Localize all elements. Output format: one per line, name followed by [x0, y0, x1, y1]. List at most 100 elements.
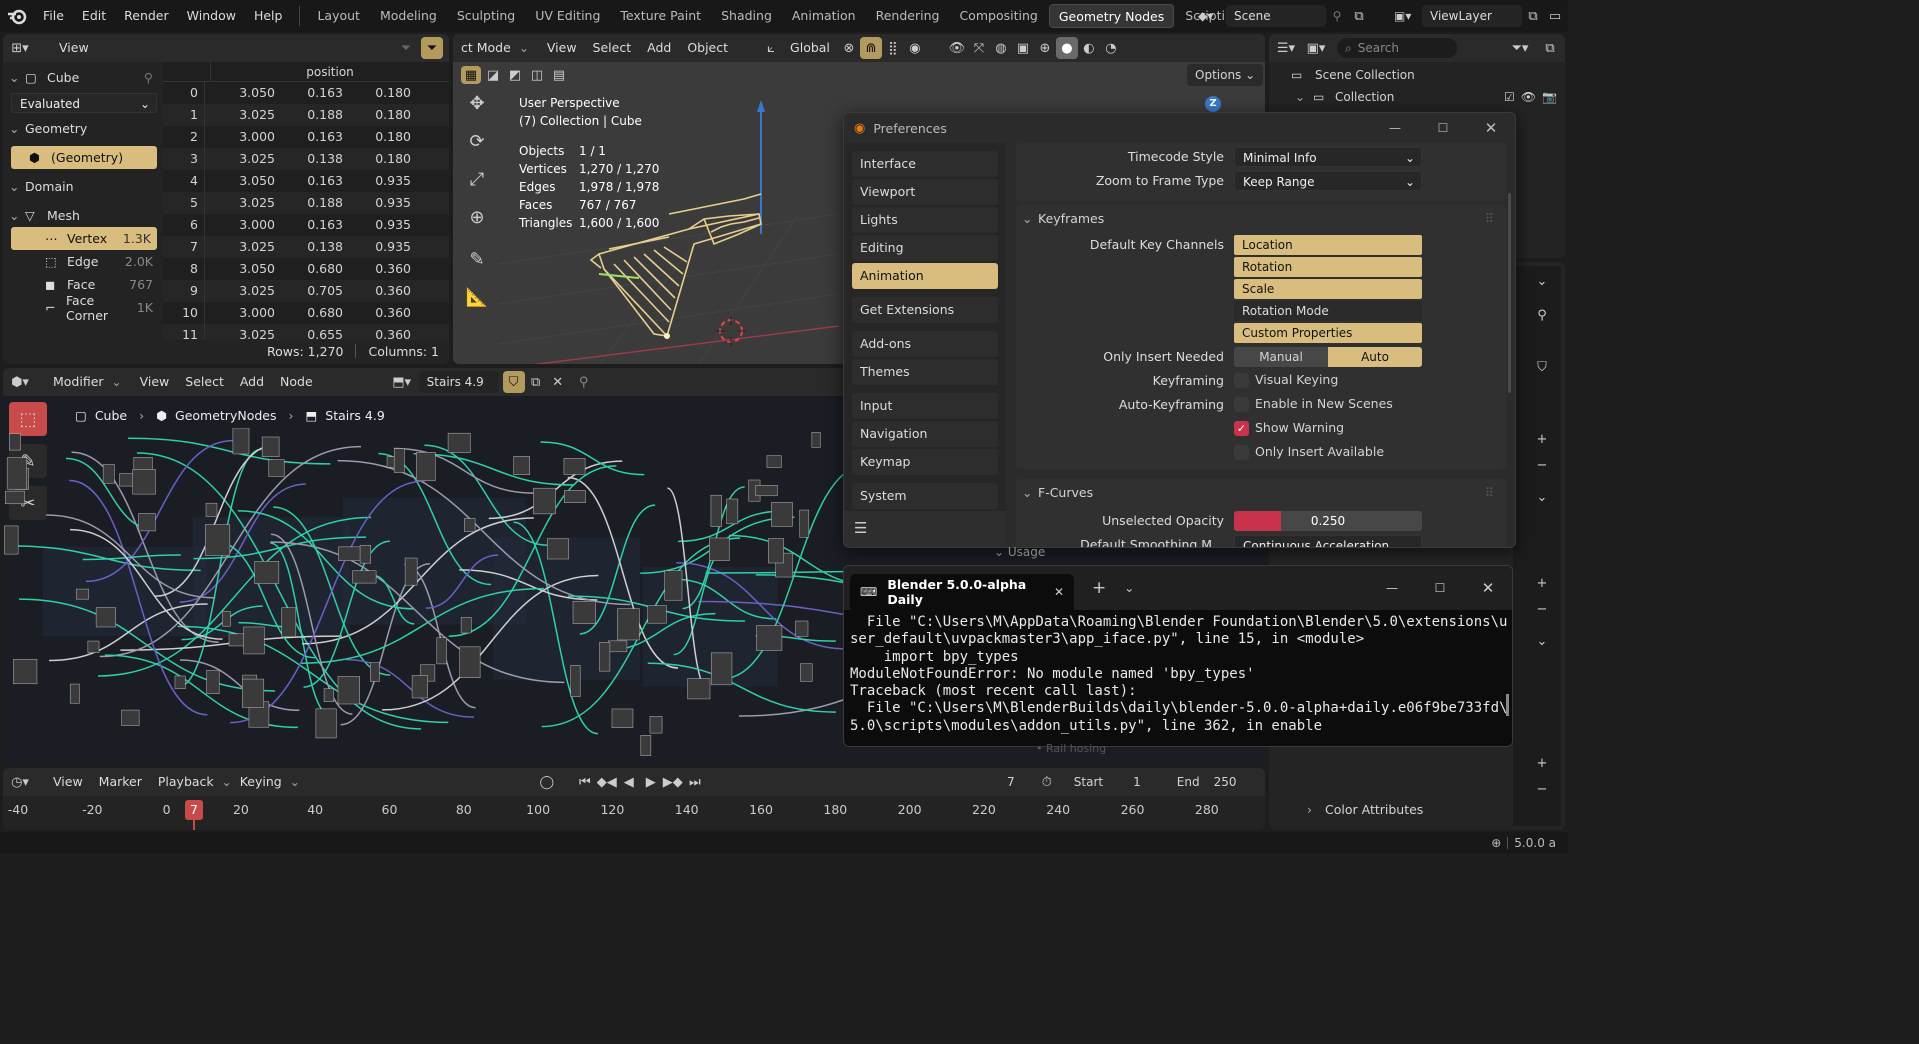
context-dropdown[interactable]: Modifier: [45, 371, 112, 393]
play-icon[interactable]: ▶: [640, 771, 662, 793]
remove-viewlayer-icon[interactable]: ▭: [1544, 5, 1566, 27]
key-channel-scale[interactable]: Scale: [1234, 279, 1422, 299]
measure-tool-icon[interactable]: 📐: [459, 280, 495, 314]
domain-face-corner[interactable]: ⌐ Face Corner 1K: [9, 293, 159, 323]
filter-icon[interactable]: ⏷: [421, 37, 443, 59]
geometry-section[interactable]: ⌄ Geometry: [9, 117, 159, 140]
navigation-gizmo-z[interactable]: Z: [1205, 96, 1221, 112]
add-icon[interactable]: +: [1531, 572, 1553, 594]
node[interactable]: [174, 675, 186, 689]
tab-geometry-nodes[interactable]: Geometry Nodes: [1048, 4, 1175, 28]
node[interactable]: [459, 646, 481, 678]
hamburger-menu-icon[interactable]: ☰: [854, 519, 867, 537]
node[interactable]: [647, 605, 667, 624]
drag-handle-icon[interactable]: ⠿: [1485, 211, 1494, 226]
node-tree-name[interactable]: Stairs 4.9: [418, 371, 499, 393]
terminal-tab[interactable]: ⌨ Blender 5.0.0-alpha Daily ✕: [850, 574, 1074, 610]
node[interactable]: [132, 469, 156, 495]
menu-file[interactable]: File: [34, 0, 73, 32]
keyframes-header[interactable]: ⌄ Keyframes ⠿: [1016, 205, 1506, 231]
proportional-edit-icon[interactable]: ◉: [904, 37, 926, 59]
evaluation-dropdown[interactable]: Evaluated ⌄: [11, 93, 157, 113]
node[interactable]: [649, 716, 663, 734]
node[interactable]: [464, 518, 476, 532]
autokey-record-icon[interactable]: ◯: [536, 771, 558, 793]
visibility-icon[interactable]: 👁: [946, 37, 968, 59]
xray-icon[interactable]: ▣: [1012, 37, 1034, 59]
add-icon[interactable]: +: [1531, 752, 1553, 774]
menu-add[interactable]: Add: [232, 371, 272, 393]
nav-interface[interactable]: Interface: [852, 151, 998, 177]
manual-option[interactable]: Manual: [1234, 347, 1328, 367]
node[interactable]: [513, 456, 530, 475]
chevron-down-icon[interactable]: ⌄: [1531, 270, 1553, 292]
close-icon[interactable]: ✕: [1467, 119, 1515, 137]
chevron-down-icon[interactable]: ⌄: [1531, 630, 1553, 652]
filter-selected-icon[interactable]: ⏷: [395, 37, 417, 59]
node[interactable]: [564, 490, 586, 503]
menu-playback[interactable]: Playback: [150, 771, 222, 793]
node[interactable]: [416, 452, 436, 482]
node[interactable]: [232, 428, 250, 455]
object-row[interactable]: ⌄ ▢ Cube ⚲: [9, 66, 159, 89]
filter-icon[interactable]: ⏷▾: [1509, 37, 1531, 59]
tab-dropdown-icon[interactable]: ⌄: [1124, 581, 1134, 595]
node[interactable]: [710, 652, 733, 685]
solid-shading-icon[interactable]: ●: [1055, 37, 1078, 59]
nav-viewport[interactable]: Viewport: [852, 179, 998, 205]
node[interactable]: [138, 513, 156, 532]
transform-orientation[interactable]: Global: [782, 37, 838, 59]
drag-handle-icon[interactable]: ⠿: [1485, 485, 1494, 500]
nav-animation[interactable]: Animation: [852, 263, 998, 289]
tab-texture-paint[interactable]: Texture Paint: [611, 4, 710, 28]
remove-icon[interactable]: −: [1531, 778, 1553, 800]
node[interactable]: [323, 688, 335, 702]
node[interactable]: [261, 436, 280, 457]
scene-collection-row[interactable]: ▭ Scene Collection: [1269, 64, 1565, 86]
eye-icon[interactable]: 👁: [1521, 90, 1536, 104]
menu-view[interactable]: View: [45, 771, 91, 793]
node-tree-icon[interactable]: ⬒▾: [391, 371, 413, 393]
node[interactable]: [404, 557, 418, 586]
node[interactable]: [337, 676, 360, 705]
tab-animation[interactable]: Animation: [783, 4, 865, 28]
collapse-icon[interactable]: ⌄: [9, 121, 25, 136]
close-tab-icon[interactable]: ✕: [1054, 585, 1064, 599]
nav-get-extensions[interactable]: Get Extensions: [852, 297, 998, 323]
gizmo-icon[interactable]: ⤧: [968, 37, 990, 59]
node[interactable]: [611, 708, 634, 728]
menu-add[interactable]: Add: [639, 37, 679, 59]
node[interactable]: [204, 524, 231, 556]
breadcrumb-item[interactable]: Cube: [95, 408, 127, 423]
jump-start-icon[interactable]: ⏮: [574, 771, 596, 793]
new-collection-icon[interactable]: ⧉: [1539, 37, 1561, 59]
viewlayer-name[interactable]: ViewLayer: [1422, 5, 1522, 27]
tab-modeling[interactable]: Modeling: [371, 4, 446, 28]
fcurves-header[interactable]: ⌄ F-Curves ⠿: [1016, 479, 1506, 505]
collapse-icon[interactable]: ⌄: [9, 208, 25, 223]
menu-node[interactable]: Node: [272, 371, 321, 393]
pin-icon[interactable]: ⚲: [573, 371, 595, 393]
breadcrumb-item[interactable]: GeometryNodes: [175, 408, 276, 423]
collapse-icon[interactable]: ⌄: [9, 70, 25, 85]
snap-icon[interactable]: ⋒: [859, 37, 882, 59]
node[interactable]: [640, 735, 652, 756]
duplicate-icon[interactable]: ⧉: [525, 371, 547, 393]
node[interactable]: [755, 484, 778, 497]
annotate-tool-icon[interactable]: ✎: [459, 242, 495, 276]
node[interactable]: [687, 678, 711, 700]
node[interactable]: [766, 455, 782, 468]
rotate-tool-icon[interactable]: ⟳: [459, 124, 495, 158]
node[interactable]: [664, 570, 683, 601]
move-tool-icon[interactable]: ✥: [459, 86, 495, 120]
new-scene-icon[interactable]: ⧉: [1348, 5, 1370, 27]
node[interactable]: [69, 683, 80, 704]
clock-editor-icon[interactable]: ◷▾: [9, 771, 31, 793]
scene-selector[interactable]: ◆▾ Scene ⚲ ⧉: [1198, 5, 1370, 27]
tab-sculpting[interactable]: Sculpting: [448, 4, 524, 28]
display-mode-icon[interactable]: ▣▾: [1305, 37, 1327, 59]
node[interactable]: [771, 502, 793, 527]
minimize-icon[interactable]: —: [1368, 581, 1416, 595]
node[interactable]: [281, 607, 297, 637]
nav-navigation[interactable]: Navigation: [852, 421, 998, 447]
